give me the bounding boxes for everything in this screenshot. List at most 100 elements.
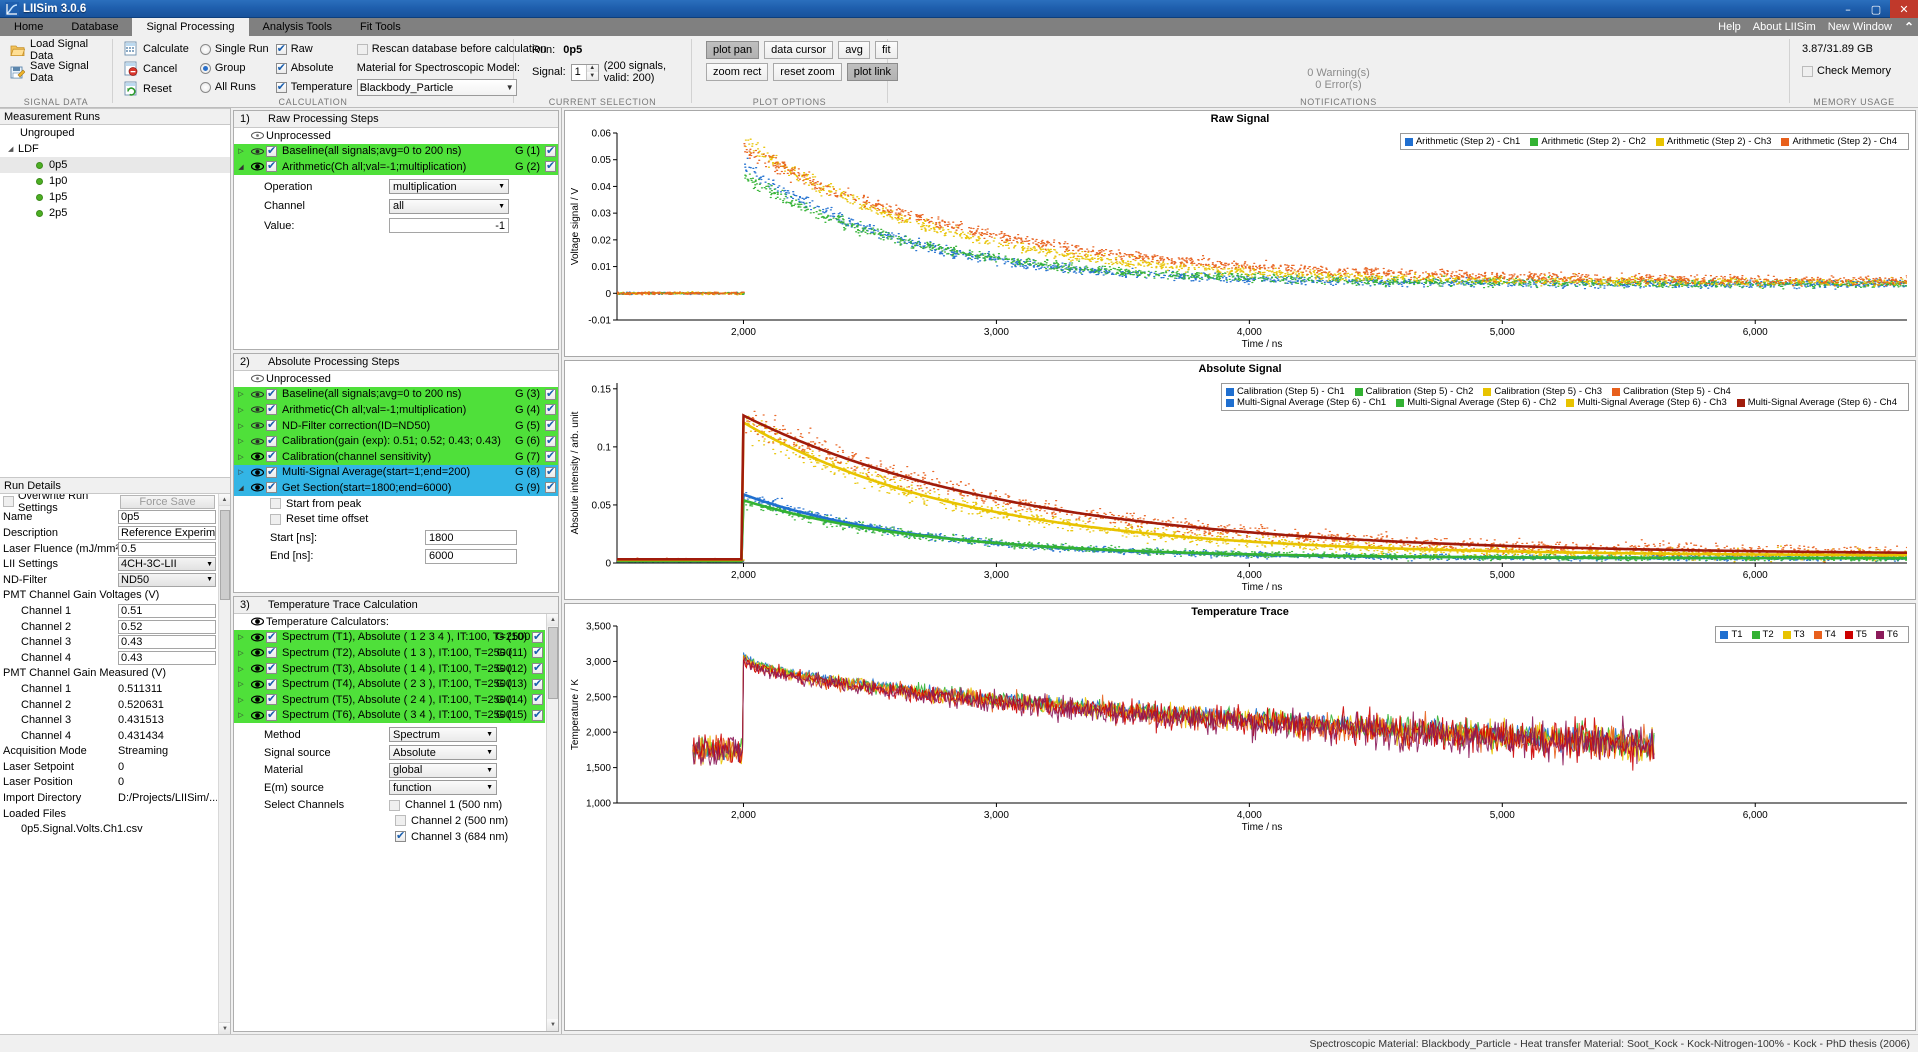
channel-checkbox-2[interactable]: Channel 2 (500 nm) (395, 815, 508, 827)
eye-open-icon[interactable] (248, 664, 266, 673)
step-right-checkbox[interactable] (532, 677, 543, 690)
tree-item-ungrouped[interactable]: Ungrouped (0, 125, 230, 141)
tab-home[interactable]: Home (0, 18, 57, 36)
checkbox-temperature[interactable]: Temperature (275, 79, 352, 95)
section3-scrollbar[interactable]: ▲ ▼ (546, 614, 558, 1031)
eye-closed-icon[interactable] (248, 131, 266, 140)
window-controls[interactable]: – ▢ ✕ (1834, 0, 1918, 18)
expander-icon[interactable]: ▷ (234, 649, 248, 657)
step-row-nd-filter-correction[interactable]: ▷ ND-Filter correction(ID=ND50) G (5) (234, 417, 558, 434)
eye-closed-icon[interactable] (248, 437, 266, 446)
cancel-button[interactable]: Cancel (119, 59, 193, 78)
step-right-checkbox[interactable] (545, 159, 556, 173)
expander-icon[interactable]: ◢ (8, 145, 18, 153)
about-link[interactable]: About LIISim (1753, 21, 1816, 33)
name-input[interactable]: 0p5 (118, 510, 216, 525)
laser-fluence-input[interactable]: 0.5 (118, 541, 216, 556)
gain-voltage-ch2-input[interactable]: 0.52 (118, 619, 216, 634)
spin-up-icon[interactable]: ▲ (586, 64, 598, 72)
operation-select[interactable]: multiplication ▼ (389, 179, 509, 195)
eye-closed-icon[interactable] (248, 390, 266, 399)
nd-filter-select[interactable]: ND50 ▼ (118, 572, 216, 587)
step-row-arithmetic-raw[interactable]: ◢ Arithmetic(Ch all;val=-1;multiplicatio… (234, 159, 558, 175)
checkbox-raw[interactable]: Raw (275, 41, 350, 57)
step-row-get-section[interactable]: ◢ Get Section(start=1800;end=6000) G (9) (234, 480, 558, 496)
step-right-checkbox[interactable] (532, 692, 543, 706)
material-select[interactable]: global ▼ (389, 762, 497, 778)
step-right-checkbox[interactable] (545, 465, 556, 478)
plot-raw-signal[interactable]: Raw Signal 2,000 3,000 4,000 5,000 6,000 -0.0… (564, 110, 1916, 357)
start-ns-input[interactable]: 1800 (425, 530, 517, 546)
signal-spinbox[interactable]: 1 ▲ ▼ (570, 63, 599, 81)
tab-analysis-tools[interactable]: Analysis Tools (249, 18, 347, 36)
measurement-runs-tree[interactable]: Ungrouped ◢ LDF 0p5 1p0 1p5 2p5 (0, 125, 230, 477)
step-right-checkbox[interactable] (532, 645, 543, 659)
eye-open-icon[interactable] (248, 711, 266, 720)
step-enable-checkbox[interactable] (266, 159, 277, 173)
step-row-calibration-gain[interactable]: ▷ Calibration(gain (exp): 0.51; 0.52; 0.… (234, 433, 558, 449)
tab-signal-processing[interactable]: Signal Processing (132, 18, 249, 36)
overwrite-run-settings-checkbox[interactable] (3, 496, 14, 508)
step-row-multi-signal-average[interactable]: ▷ Multi-Signal Average(start=1;end=200) … (234, 464, 558, 481)
step-row-calibration-sensitivity[interactable]: ▷ Calibration(channel sensitivity) G (7) (234, 448, 558, 465)
expander-icon[interactable]: ▷ (234, 711, 248, 719)
step-row-unprocessed-abs[interactable]: Unprocessed (234, 371, 558, 387)
eye-closed-icon[interactable] (248, 374, 266, 383)
data-cursor-button[interactable]: data cursor (764, 41, 834, 59)
new-window-link[interactable]: New Window (1828, 21, 1892, 33)
expander-icon[interactable]: ▷ (234, 422, 248, 430)
step-right-checkbox[interactable] (532, 630, 543, 643)
step-enable-checkbox[interactable] (266, 387, 277, 400)
run-details-scrollbar[interactable]: ▲ ▼ (218, 494, 230, 1034)
eye-open-icon[interactable] (248, 695, 266, 704)
help-link[interactable]: Help (1718, 21, 1741, 33)
step-enable-checkbox[interactable] (266, 708, 277, 721)
step-right-checkbox[interactable] (545, 402, 556, 416)
eye-closed-icon[interactable] (248, 421, 266, 430)
reset-time-offset-checkbox[interactable] (270, 513, 281, 525)
plot-temperature-trace[interactable]: Temperature Trace 2,000 3,000 4,000 5,000 6,… (564, 603, 1916, 1031)
maximize-button[interactable]: ▢ (1862, 0, 1890, 18)
description-input[interactable]: Reference Experiment (118, 525, 216, 540)
collapse-ribbon-icon[interactable]: ⌃ (1904, 20, 1914, 34)
step-row-baseline-abs[interactable]: ▷ Baseline(all signals;avg=0 to 200 ns) … (234, 386, 558, 403)
plot-absolute-signal[interactable]: Absolute Signal 2,000 3,000 4,000 5,000 6,00… (564, 360, 1916, 600)
eye-open-icon[interactable] (248, 617, 266, 626)
channel1-checkbox[interactable] (389, 799, 400, 811)
radio-all-runs[interactable]: All Runs (199, 79, 269, 95)
step-enable-checkbox[interactable] (266, 645, 277, 659)
method-select[interactable]: Spectrum ▼ (389, 727, 497, 743)
scroll-up-icon[interactable]: ▲ (547, 614, 558, 626)
load-signal-data-button[interactable]: Load Signal Data (6, 38, 106, 62)
scroll-up-icon[interactable]: ▲ (219, 494, 230, 506)
tree-item-1p5[interactable]: 1p5 (0, 189, 230, 205)
step-right-checkbox[interactable] (532, 661, 543, 675)
scroll-thumb[interactable] (548, 627, 558, 699)
step-enable-checkbox[interactable] (266, 677, 277, 690)
zoom-rect-button[interactable]: zoom rect (706, 63, 769, 81)
eye-open-icon[interactable] (248, 633, 266, 642)
eye-open-icon[interactable] (248, 468, 266, 477)
step-row-arithmetic-abs[interactable]: ▷ Arithmetic(Ch all;val=-1;multiplicatio… (234, 402, 558, 418)
step-row-unprocessed[interactable]: Unprocessed (234, 128, 558, 144)
channel-checkbox-1[interactable]: Channel 1 (500 nm) (389, 799, 502, 811)
step-enable-checkbox[interactable] (266, 480, 277, 494)
checkbox-check-memory[interactable]: Check Memory (1796, 63, 1912, 79)
em-source-select[interactable]: function ▼ (389, 780, 497, 796)
eye-closed-icon[interactable] (248, 147, 266, 156)
step-row-spectrum-t4[interactable]: ▷ Spectrum (T4), Absolute ( 2 3 ), IT:10… (234, 676, 545, 692)
step-enable-checkbox[interactable] (266, 465, 277, 478)
eye-open-icon[interactable] (248, 162, 266, 171)
save-signal-data-button[interactable]: Save Signal Data (6, 60, 106, 84)
plot-pan-button[interactable]: plot pan (706, 41, 760, 59)
eye-open-icon[interactable] (248, 648, 266, 657)
step-row-spectrum-t2[interactable]: ▷ Spectrum (T2), Absolute ( 1 3 ), IT:10… (234, 645, 545, 661)
step-row-baseline-raw[interactable]: ▷ Baseline(all signals;avg=0 to 200 ns) … (234, 143, 558, 160)
channel2-checkbox[interactable] (395, 815, 406, 827)
scroll-down-icon[interactable]: ▼ (219, 1022, 230, 1034)
scroll-down-icon[interactable]: ▼ (547, 1019, 558, 1031)
step-enable-checkbox[interactable] (266, 692, 277, 706)
minimize-button[interactable]: – (1834, 0, 1862, 18)
temperature-trace-canvas[interactable]: 2,000 3,000 4,000 5,000 6,000 1,000 1,500 2,000… (565, 618, 1915, 833)
reset-button[interactable]: Reset (119, 79, 193, 98)
